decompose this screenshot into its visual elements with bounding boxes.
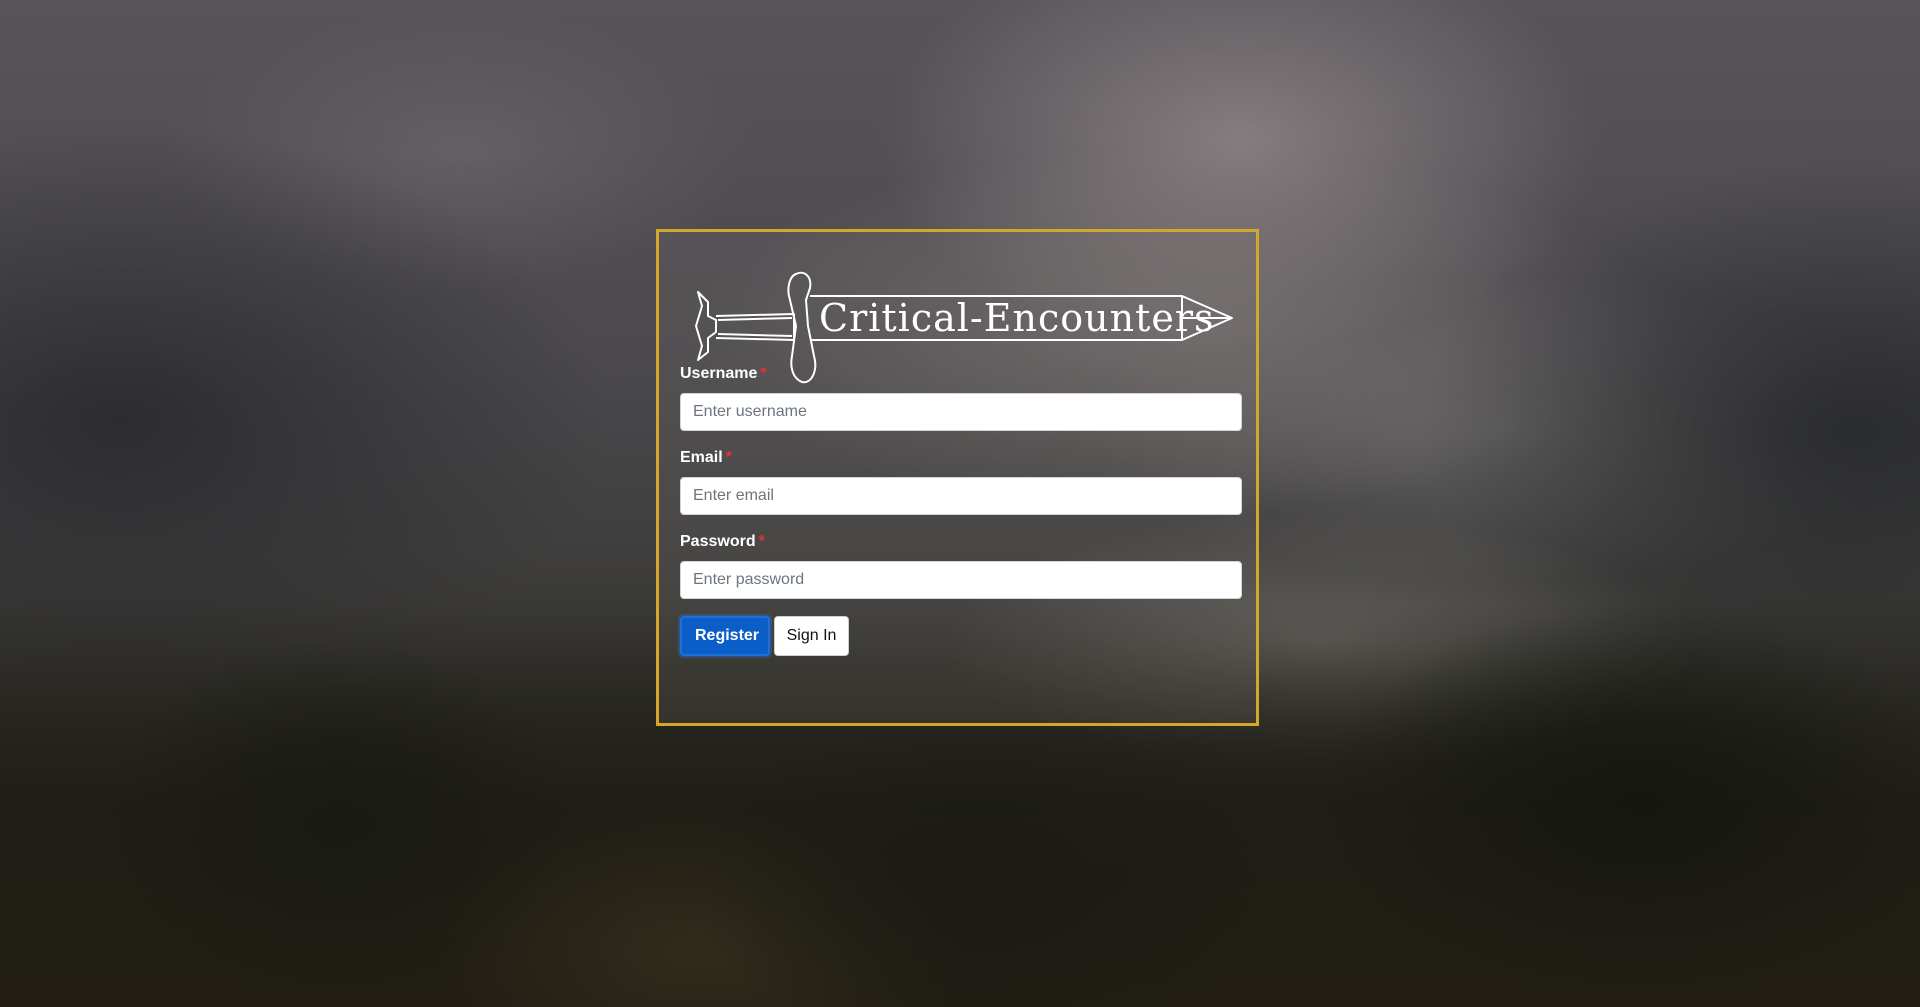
email-label-text: Email	[680, 449, 723, 466]
email-label: Email *	[680, 448, 1235, 468]
email-group: Email *	[680, 448, 1242, 515]
sign-in-button[interactable]: Sign In	[774, 616, 849, 656]
site-logo: Critical-Encounters	[686, 260, 1246, 394]
logo-text: Critical-Encounters	[819, 296, 1215, 340]
username-input[interactable]	[680, 393, 1242, 431]
required-mark: *	[725, 449, 732, 466]
password-label: Password *	[680, 532, 1235, 552]
password-group: Password *	[680, 532, 1242, 599]
register-form: Username* Email* Password* Register Sign…	[680, 364, 1242, 656]
form-actions: Register Sign In	[680, 616, 1235, 656]
email-input[interactable]	[680, 477, 1242, 515]
register-card: Critical-Encounters Username* Email* Pas…	[656, 229, 1259, 726]
register-button[interactable]: Register	[680, 616, 770, 656]
required-mark: *	[758, 533, 765, 550]
password-input[interactable]	[680, 561, 1242, 599]
password-label-text: Password	[680, 533, 756, 550]
